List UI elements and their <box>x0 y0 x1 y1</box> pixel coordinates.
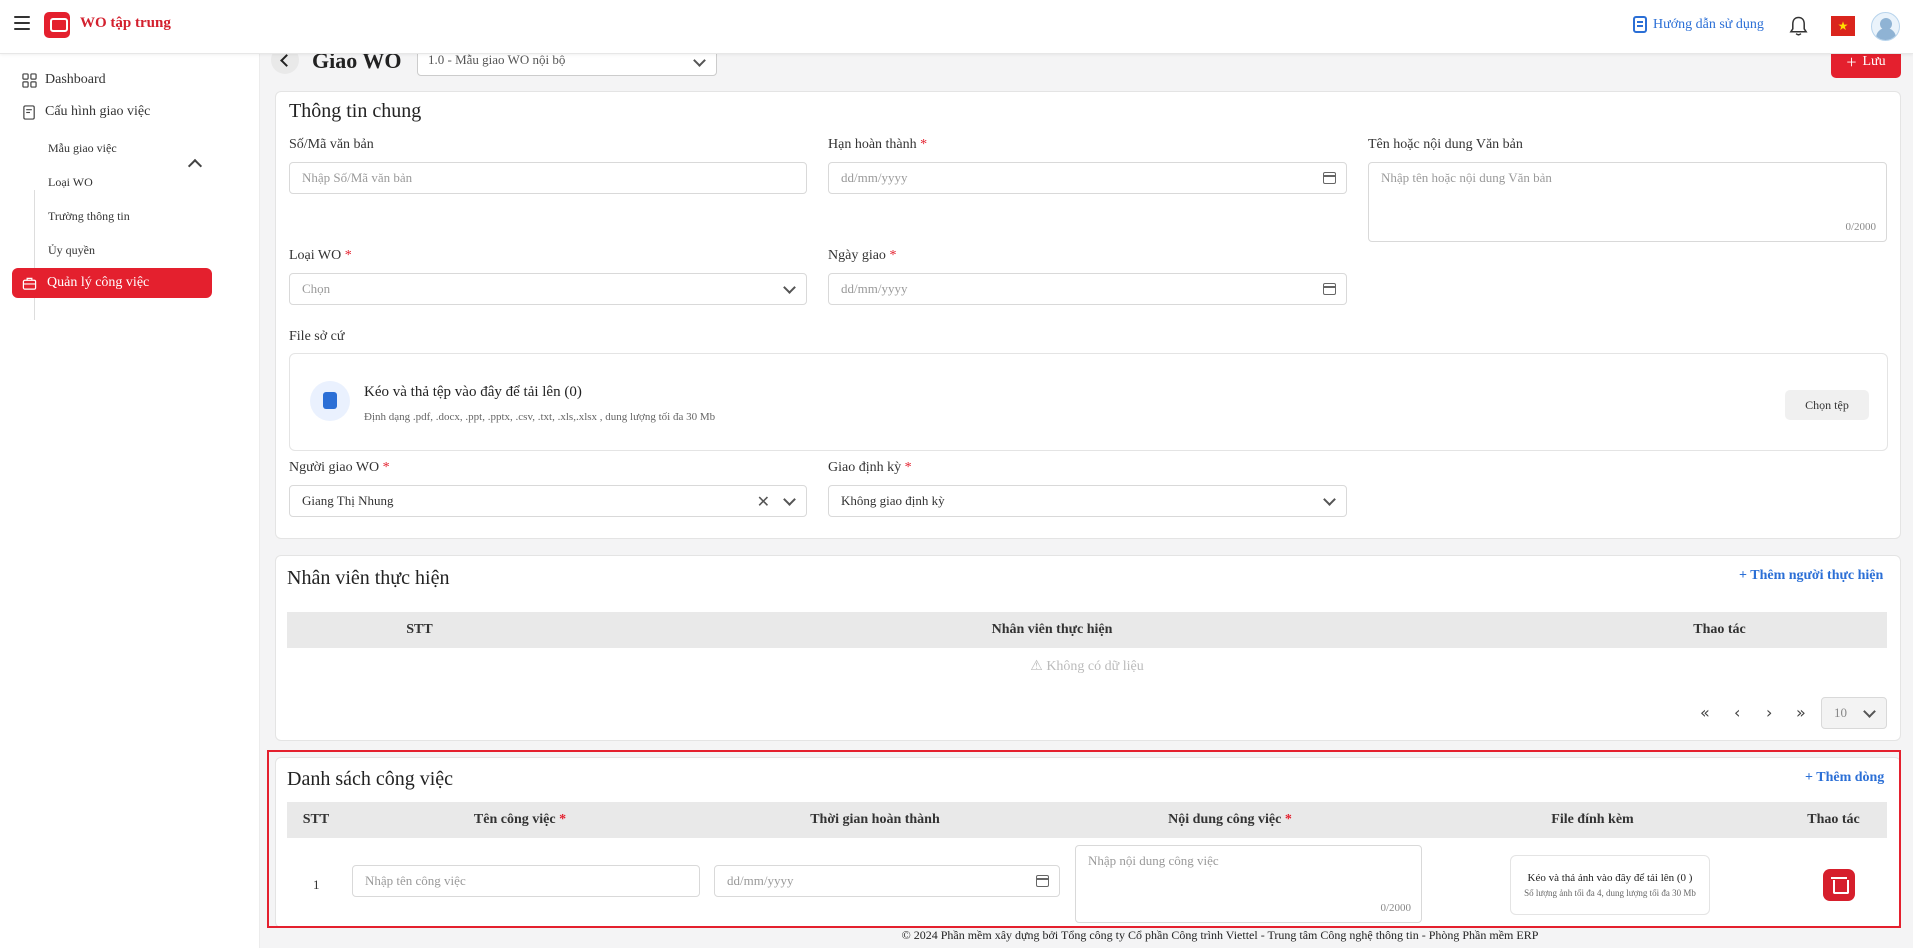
task-name-input[interactable]: Nhập tên công việc <box>352 865 700 897</box>
chevron-down-icon <box>1863 705 1876 718</box>
first-page-button[interactable]: « <box>1700 703 1710 722</box>
template-select-value: 1.0 - Mẫu giao WO nội bộ <box>428 52 566 67</box>
app-logo <box>44 12 70 38</box>
chevron-down-icon <box>693 54 706 67</box>
sidebar-tree-line <box>34 190 35 320</box>
doc-number-label: Số/Mã văn bản <box>289 137 374 152</box>
column-header: Thao tác <box>1693 622 1746 637</box>
calendar-icon <box>1323 172 1336 184</box>
top-bar: WO tập trung Hướng dẫn sử dụng ★ <box>0 0 1913 54</box>
doc-number-input[interactable]: Nhập Số/Mã văn bản <box>289 162 807 194</box>
dropzone-hint: Định dạng .pdf, .docx, .ppt, .pptx, .csv… <box>364 411 716 423</box>
attachment-dropzone[interactable]: Kéo và thả ảnh vào đây để tải lên (0 ) S… <box>1510 855 1710 915</box>
assigner-label: Người giao WO * <box>289 460 390 475</box>
sidebar-item-task-management[interactable]: Quản lý công việc <box>12 268 212 298</box>
file-upload-icon <box>310 381 350 421</box>
sidebar: Dashboard Cấu hình giao việc Mẫu giao vi… <box>0 54 260 948</box>
deadline-date-input[interactable]: dd/mm/yyyy <box>828 162 1347 194</box>
page-size-select[interactable]: 10 <box>1821 697 1887 729</box>
choose-file-button[interactable]: Chọn tệp <box>1785 390 1869 420</box>
clear-icon[interactable]: ✕ <box>757 492 770 511</box>
column-header: Nội dung công việc * <box>1168 812 1292 827</box>
general-info-title: Thông tin chung <box>289 100 422 122</box>
column-header: Thời gian hoàn thành <box>810 812 940 827</box>
sidebar-item-label: Quản lý công việc <box>47 275 150 290</box>
grid-icon <box>22 72 37 88</box>
column-header: File đính kèm <box>1551 812 1634 827</box>
menu-icon[interactable] <box>14 16 30 30</box>
tasks-title: Danh sách công việc <box>287 768 454 790</box>
plus-icon: + <box>1846 51 1857 72</box>
sidebar-item-label: Cấu hình giao việc <box>45 104 151 119</box>
save-label: Lưu <box>1862 54 1886 69</box>
char-counter: 0/2000 <box>1380 902 1411 914</box>
row-number: 1 <box>313 877 320 892</box>
briefcase-icon <box>22 277 37 290</box>
tasks-table-header: STT Tên công việc * Thời gian hoàn thành… <box>287 802 1887 838</box>
sidebar-item-wo-types[interactable]: Loại WO <box>48 175 93 190</box>
user-guide-label: Hướng dẫn sử dụng <box>1653 16 1764 32</box>
column-header: Nhân viên thực hiện <box>991 622 1113 637</box>
footer-bar: © 2024 Phần mềm xây dựng bởi Tổng công t… <box>0 928 1913 948</box>
staff-title: Nhân viên thực hiện <box>287 567 450 589</box>
footer-text: © 2024 Phần mềm xây dựng bởi Tổng công t… <box>901 928 1539 942</box>
staff-card <box>275 555 1901 741</box>
calendar-icon <box>1036 875 1049 887</box>
prev-page-button[interactable]: ‹ <box>1734 703 1740 722</box>
bell-icon[interactable] <box>1789 15 1808 37</box>
staff-table-header: STT Nhân viên thực hiện Thao tác <box>287 612 1887 648</box>
next-page-button[interactable]: › <box>1766 703 1772 722</box>
assigner-select[interactable]: Giang Thị Nhung ✕ <box>289 485 807 517</box>
doc-name-textarea[interactable]: Nhập tên hoặc nội dung Văn bản 0/2000 <box>1368 162 1887 242</box>
sidebar-item-dashboard[interactable]: Dashboard <box>22 72 106 88</box>
chevron-down-icon <box>1323 493 1336 506</box>
dropzone-title: Kéo và thả tệp vào đây để tải lên (0) <box>364 384 582 400</box>
empty-state: ⚠ Không có dữ liệu <box>1030 659 1144 674</box>
periodic-label: Giao định kỳ * <box>828 460 912 475</box>
app-title: WO tập trung <box>80 15 171 31</box>
column-header: Tên công việc * <box>473 812 567 827</box>
wo-type-select[interactable]: Chọn <box>289 273 807 305</box>
user-guide-link[interactable]: Hướng dẫn sử dụng <box>1633 16 1764 33</box>
attachment-title: Kéo và thả ảnh vào đây để tải lên (0 ) <box>1527 872 1693 884</box>
delete-row-button[interactable] <box>1823 869 1855 901</box>
column-header: STT <box>302 812 330 827</box>
avatar[interactable] <box>1871 12 1900 41</box>
sidebar-item-delegation[interactable]: Ủy quyền <box>48 243 95 258</box>
chevron-down-icon <box>783 493 796 506</box>
sidebar-item-templates[interactable]: Mẫu giao việc <box>48 141 117 156</box>
book-icon <box>1633 16 1647 33</box>
assign-date-label: Ngày giao * <box>828 248 897 263</box>
wo-type-label: Loại WO * <box>289 248 352 263</box>
last-page-button[interactable]: » <box>1796 703 1806 722</box>
char-counter: 0/2000 <box>1845 221 1876 233</box>
sidebar-item-label: Dashboard <box>45 72 106 87</box>
file-dropzone[interactable]: Kéo và thả tệp vào đây để tải lên (0) Đị… <box>289 353 1888 451</box>
staff-table-body: ⚠ Không có dữ liệu <box>287 658 1887 682</box>
sidebar-item-fields[interactable]: Trường thông tin <box>48 209 130 224</box>
language-flag-icon[interactable]: ★ <box>1831 16 1855 36</box>
column-header: Thao tác <box>1807 812 1860 827</box>
add-row-button[interactable]: + Thêm dòng <box>1805 770 1884 786</box>
chevron-up-icon[interactable] <box>187 158 203 174</box>
periodic-select[interactable]: Không giao định kỳ <box>828 485 1347 517</box>
task-content-textarea[interactable]: Nhập nội dung công việc 0/2000 <box>1075 845 1422 923</box>
column-header: STT <box>406 622 433 637</box>
document-edit-icon <box>23 104 35 120</box>
calendar-icon <box>1323 283 1336 295</box>
deadline-label: Hạn hoàn thành * <box>828 137 928 152</box>
assign-date-input[interactable]: dd/mm/yyyy <box>828 273 1347 305</box>
sidebar-item-config[interactable]: Cấu hình giao việc <box>22 104 150 120</box>
chevron-down-icon <box>783 281 796 294</box>
task-date-input[interactable]: dd/mm/yyyy <box>714 865 1060 897</box>
general-info-card <box>275 91 1901 539</box>
doc-name-label: Tên hoặc nội dung Văn bản <box>1368 137 1523 152</box>
attachment-hint: Số lượng ảnh tối đa 4, dung lượng tối đa… <box>1524 888 1696 898</box>
evidence-file-label: File sở cứ <box>289 329 345 344</box>
add-assignee-button[interactable]: + Thêm người thực hiện <box>1739 568 1883 584</box>
